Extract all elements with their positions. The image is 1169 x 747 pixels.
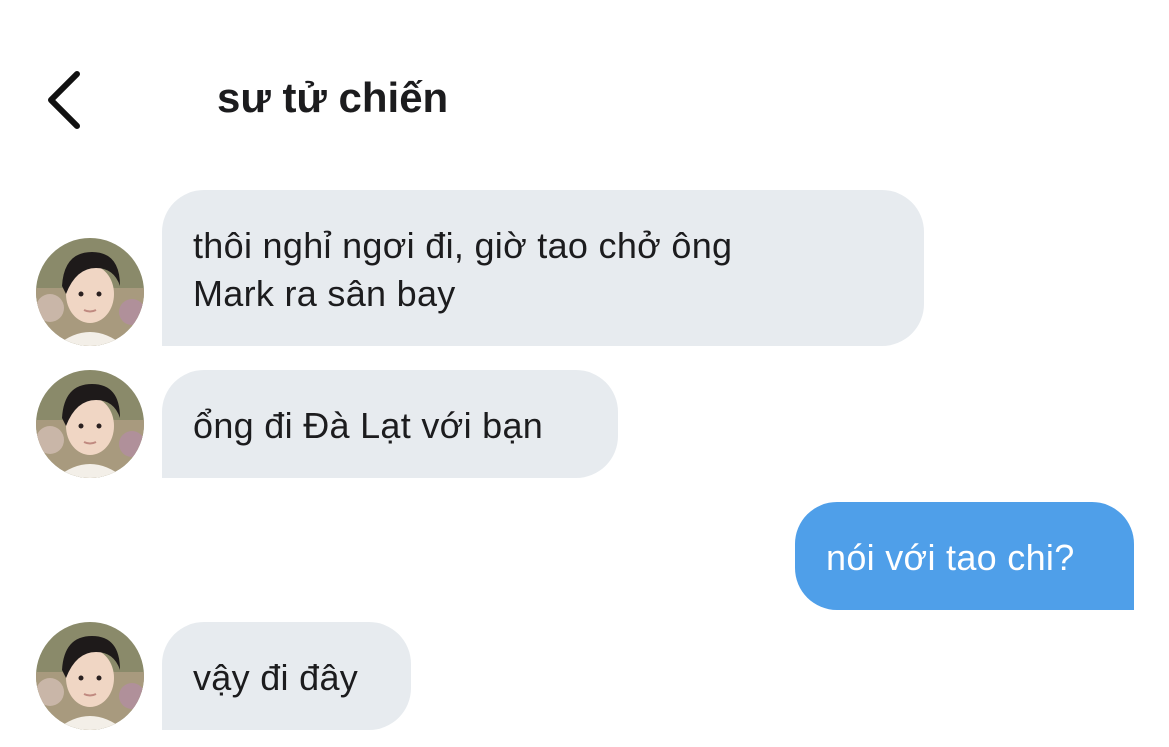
message-line: nói với tao chi? <box>826 537 1075 578</box>
incoming-message-bubble[interactable]: thôi nghỉ ngơi đi, giờ tao chở ông Mark … <box>162 190 924 346</box>
outgoing-message-bubble[interactable]: nói với tao chi? <box>795 502 1134 610</box>
contact-avatar[interactable] <box>36 622 144 730</box>
message-line: vậy đi đây <box>193 657 359 698</box>
message-row: nói với tao chi? <box>0 502 1169 610</box>
message-row: vậy đi đây <box>0 622 1169 730</box>
contact-avatar[interactable] <box>36 238 144 346</box>
contact-avatar[interactable] <box>36 370 144 478</box>
back-button[interactable] <box>28 60 98 140</box>
chat-title: sư tử chiến <box>217 74 449 121</box>
message-line: ổng đi Đà Lạt với bạn <box>193 405 544 446</box>
incoming-message-bubble[interactable]: vậy đi đây <box>162 622 411 730</box>
message-line: thôi nghỉ ngơi đi, giờ tao chở ông <box>193 225 733 266</box>
message-line: Mark ra sân bay <box>193 273 456 314</box>
message-row: ổng đi Đà Lạt với bạn <box>0 370 1169 478</box>
chat-header: sư tử chiến <box>0 0 1169 170</box>
chevron-left-icon <box>48 71 80 129</box>
message-row: thôi nghỉ ngơi đi, giờ tao chở ông Mark … <box>0 190 1169 346</box>
incoming-message-bubble[interactable]: ổng đi Đà Lạt với bạn <box>162 370 618 478</box>
